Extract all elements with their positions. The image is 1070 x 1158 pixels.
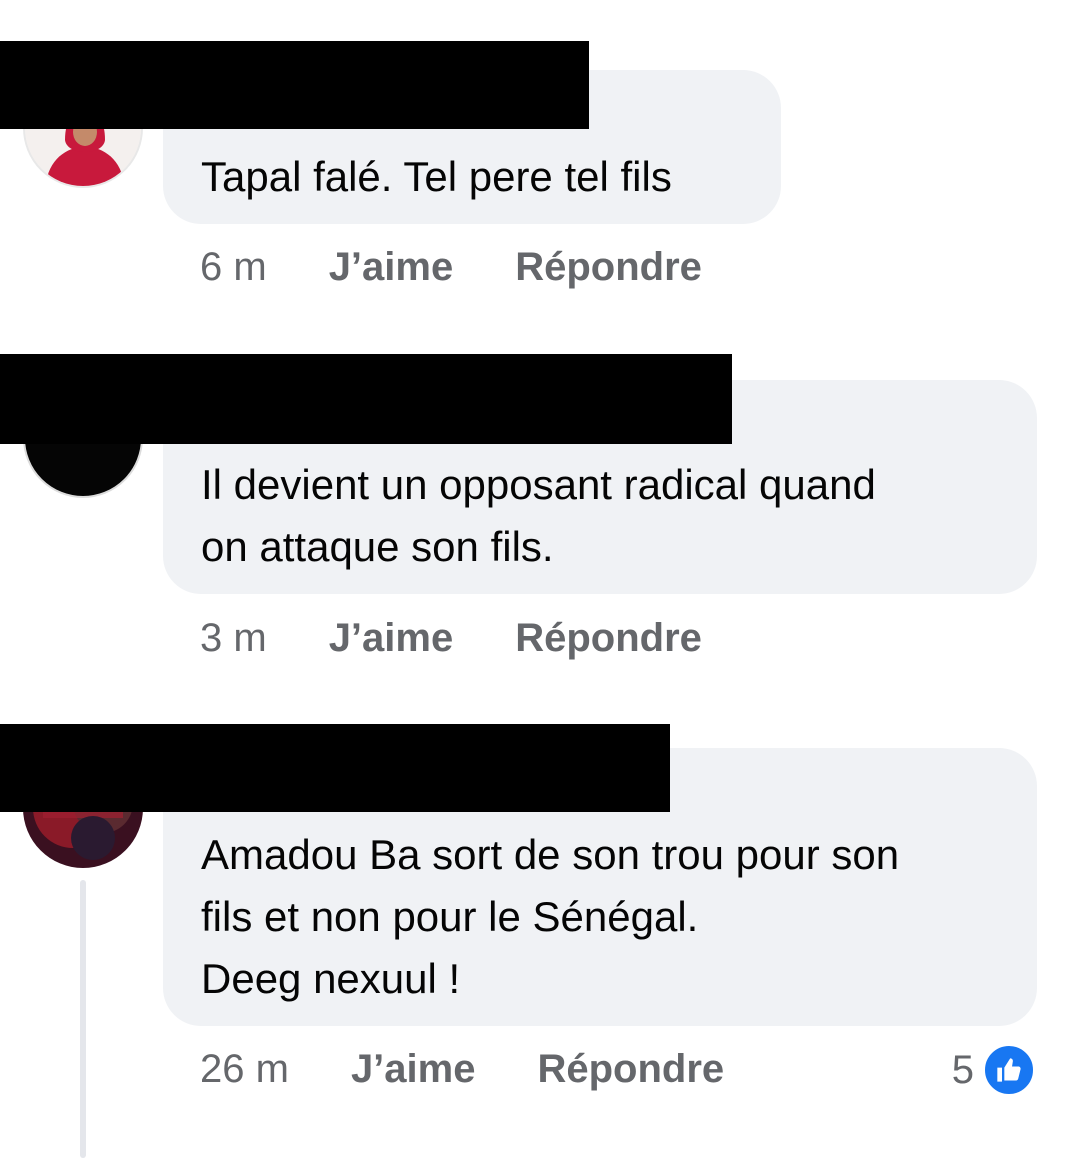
- reaction-summary[interactable]: 5: [951, 1043, 1036, 1097]
- redacted-name: [0, 354, 732, 444]
- like-button[interactable]: J’aime: [329, 616, 454, 661]
- comment-actions: 6 m J’aime Répondre: [200, 242, 764, 292]
- reply-button[interactable]: Répondre: [515, 245, 702, 290]
- comment-time[interactable]: 3 m: [200, 616, 267, 661]
- thread-line: [80, 880, 86, 1158]
- comment-actions: 3 m J’aime Répondre: [200, 613, 764, 663]
- comment-text: Il devient un opposant radical quand on …: [201, 461, 876, 570]
- comment-time[interactable]: 26 m: [200, 1047, 289, 1092]
- redacted-name: [0, 41, 589, 129]
- comment-text: Amadou Ba sort de son trou pour son fils…: [201, 831, 900, 1002]
- comment-time[interactable]: 6 m: [200, 245, 267, 290]
- like-button[interactable]: J’aime: [351, 1047, 476, 1092]
- reply-button[interactable]: Répondre: [515, 616, 702, 661]
- thumbs-up-icon: [982, 1043, 1036, 1097]
- redacted-name: [0, 724, 670, 812]
- reply-button[interactable]: Répondre: [537, 1047, 724, 1092]
- comment-actions: 26 m J’aime Répondre: [200, 1044, 786, 1094]
- like-button[interactable]: J’aime: [329, 245, 454, 290]
- comment-text: Tapal falé. Tel pere tel fils: [201, 153, 672, 200]
- reaction-count: 5: [951, 1047, 974, 1092]
